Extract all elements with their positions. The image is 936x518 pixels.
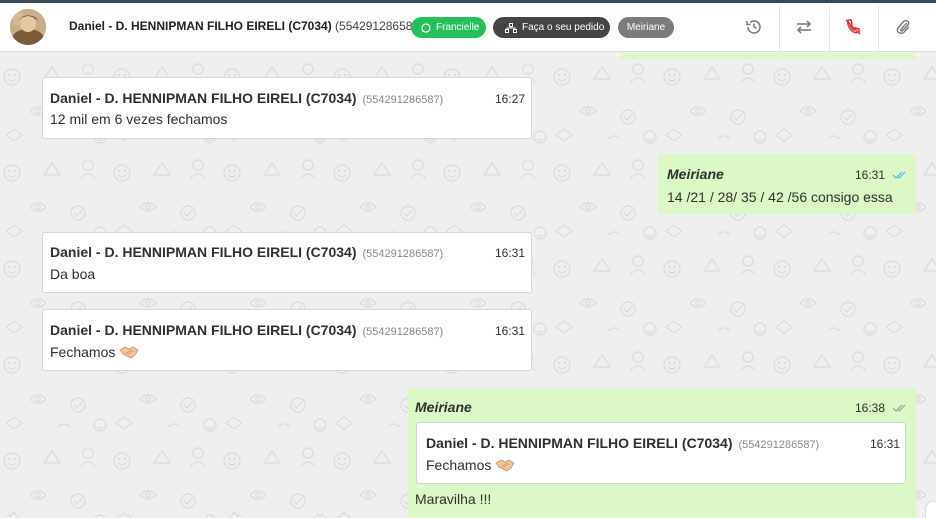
incoming-message[interactable]: Daniel - D. HENNIPMAN FILHO EIRELI (C703… bbox=[42, 232, 532, 293]
handshake-emoji bbox=[495, 458, 515, 475]
quoted-text: Fechamos bbox=[426, 457, 515, 475]
message-text: Fechamos bbox=[50, 344, 139, 362]
scroll-down-button[interactable] bbox=[925, 501, 936, 518]
outgoing-message[interactable]: Meiriane 16:31 14 /21 / 28/ 35 / 42 /56 … bbox=[658, 154, 916, 214]
header-divider bbox=[878, 6, 879, 52]
quoted-sender: Daniel - D. HENNIPMAN FILHO EIRELI (C703… bbox=[426, 435, 820, 451]
previous-message-bubble bbox=[620, 53, 916, 59]
end-call-icon[interactable] bbox=[843, 17, 863, 37]
read-tick-icon bbox=[892, 171, 906, 179]
contact-avatar[interactable] bbox=[10, 9, 46, 45]
message-time: 16:31 bbox=[495, 324, 526, 338]
message-time: 16:38 bbox=[855, 401, 886, 415]
quoted-phone: (554291286587) bbox=[738, 439, 820, 451]
whatsapp-icon bbox=[421, 22, 431, 33]
user-tag-label: Meiriane bbox=[626, 22, 666, 33]
incoming-message[interactable]: Daniel - D. HENNIPMAN FILHO EIRELI (C703… bbox=[42, 309, 532, 371]
agent-tag-label: Francielle bbox=[436, 22, 480, 33]
chat-area[interactable]: Daniel - D. HENNIPMAN FILHO EIRELI (C703… bbox=[0, 53, 936, 518]
message-text: 12 mil em 6 vezes fechamos bbox=[50, 111, 228, 127]
handshake-emoji bbox=[119, 345, 139, 362]
message-sender: Daniel - D. HENNIPMAN FILHO EIRELI (C703… bbox=[50, 244, 444, 260]
message-text: Da boa bbox=[50, 266, 96, 282]
chat-header: Daniel - D. HENNIPMAN FILHO EIRELI (C703… bbox=[0, 3, 936, 52]
message-text: 14 /21 / 28/ 35 / 42 /56 consigo essa bbox=[667, 189, 893, 205]
message-time: 16:27 bbox=[495, 92, 526, 106]
message-sender: Meiriane bbox=[667, 166, 724, 182]
message-sender: Daniel - D. HENNIPMAN FILHO EIRELI (C703… bbox=[50, 322, 444, 338]
history-icon[interactable] bbox=[744, 17, 764, 37]
message-sender: Daniel - D. HENNIPMAN FILHO EIRELI (C703… bbox=[50, 90, 444, 106]
user-tag[interactable]: Meiriane bbox=[618, 17, 674, 38]
delivered-tick-icon bbox=[892, 404, 906, 412]
contact-title: Daniel - D. HENNIPMAN FILHO EIRELI (C703… bbox=[69, 19, 423, 33]
outgoing-message[interactable]: Meiriane 16:38 Daniel - D. HENNIPMAN FIL… bbox=[408, 388, 916, 518]
sitemap-icon bbox=[505, 22, 517, 33]
sender-phone: (554291286587) bbox=[362, 326, 444, 338]
sender-phone: (554291286587) bbox=[362, 94, 444, 106]
order-tag[interactable]: Faça o seu pedido bbox=[493, 17, 610, 38]
message-time: 16:31 bbox=[855, 168, 886, 182]
contact-phone: (554291286587) bbox=[335, 19, 424, 33]
header-divider bbox=[829, 6, 830, 52]
message-time: 16:31 bbox=[495, 246, 526, 260]
message-sender: Meiriane bbox=[415, 399, 472, 415]
message-text: Maravilha !!! bbox=[415, 491, 492, 507]
agent-tag[interactable]: Francielle bbox=[411, 17, 486, 38]
sender-phone: (554291286587) bbox=[362, 248, 444, 260]
quoted-time: 16:31 bbox=[870, 437, 901, 451]
order-tag-label: Faça o seu pedido bbox=[522, 22, 605, 33]
quoted-message[interactable]: Daniel - D. HENNIPMAN FILHO EIRELI (C703… bbox=[416, 422, 906, 484]
attach-icon[interactable] bbox=[894, 17, 914, 37]
header-divider bbox=[779, 6, 780, 52]
incoming-message[interactable]: Daniel - D. HENNIPMAN FILHO EIRELI (C703… bbox=[42, 77, 532, 139]
contact-name: Daniel - D. HENNIPMAN FILHO EIRELI (C703… bbox=[69, 19, 332, 33]
transfer-icon[interactable] bbox=[794, 17, 814, 37]
